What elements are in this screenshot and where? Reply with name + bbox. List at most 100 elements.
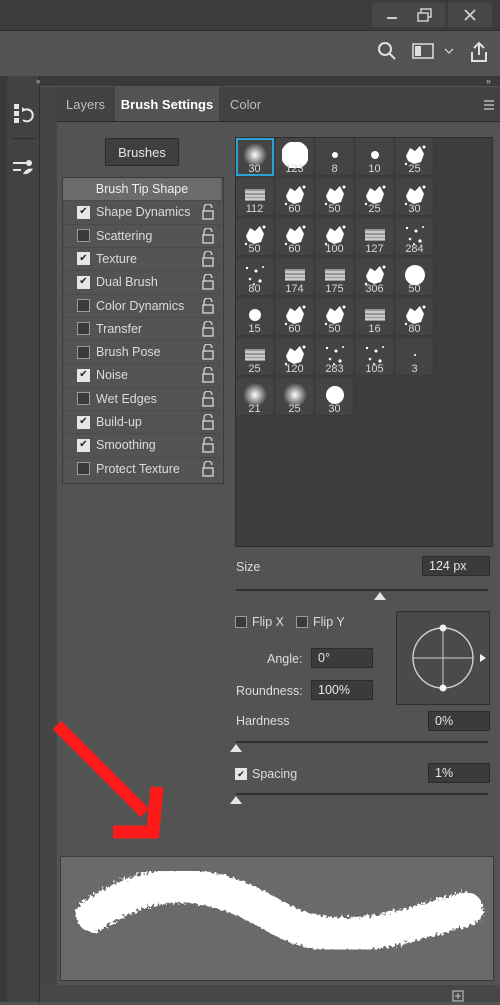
brush-option-brush-tip-shape[interactable]: Brush Tip Shape [63, 178, 221, 200]
brush-preset[interactable]: 100 [316, 218, 354, 256]
hardness-field[interactable]: 0% [428, 711, 490, 731]
brush-preset[interactable]: 174 [276, 258, 314, 296]
brush-option-shape-dynamics[interactable]: ✔ Shape Dynamics [63, 201, 221, 223]
brush-preset[interactable]: 30 [236, 138, 274, 176]
brush-option-scattering[interactable]: Scattering [63, 225, 221, 247]
lock-icon[interactable] [201, 367, 215, 384]
brush-preset[interactable]: 284 [396, 218, 434, 256]
brush-preset[interactable]: 25 [236, 338, 274, 376]
spacing-slider-track[interactable] [236, 793, 488, 795]
lock-icon[interactable] [201, 320, 215, 337]
brush-preset[interactable]: 60 [276, 178, 314, 216]
brush-preset[interactable]: 80 [396, 298, 434, 336]
brush-preset[interactable]: 25 [396, 138, 434, 176]
flip-y-checkbox[interactable] [296, 616, 308, 628]
option-checkbox[interactable] [77, 322, 90, 336]
lock-icon[interactable] [201, 204, 215, 220]
brush-option-texture[interactable]: ✔ Texture [63, 248, 221, 270]
brush-preset[interactable]: 50 [396, 258, 434, 296]
option-checkbox[interactable] [77, 462, 90, 476]
angle-field[interactable]: 0° [311, 648, 373, 668]
spacing-field[interactable]: 1% [428, 763, 490, 783]
brush-preset[interactable]: 120 [276, 338, 314, 376]
brush-preset[interactable]: 175 [316, 258, 354, 296]
lock-icon[interactable] [201, 344, 215, 360]
new-brush-button[interactable] [452, 990, 464, 1005]
workspace-dropdown[interactable] [442, 40, 456, 62]
angle-roundness-widget[interactable] [396, 611, 490, 705]
brush-preset[interactable]: 105 [356, 338, 394, 376]
tab-layers[interactable]: Layers [57, 87, 121, 121]
brush-preset[interactable]: 80 [236, 258, 274, 296]
size-slider-track[interactable] [236, 589, 488, 591]
brush-option-wet-edges[interactable]: Wet Edges [63, 388, 221, 410]
lock-icon[interactable] [201, 437, 215, 453]
brush-preset[interactable]: 123 [276, 138, 314, 176]
brush-preset[interactable]: 8 [316, 138, 354, 176]
brush-option-smoothing[interactable]: ✔ Smoothing [63, 434, 221, 456]
brush-preset[interactable]: 16 [356, 298, 394, 336]
hardness-slider-track[interactable] [236, 741, 488, 743]
brush-option-dual-brush[interactable]: ✔ Dual Brush [63, 271, 221, 293]
option-checkbox[interactable]: ✔ [77, 368, 90, 382]
brush-preset[interactable]: 60 [276, 298, 314, 336]
brush-option-color-dynamics[interactable]: Color Dynamics [63, 295, 221, 317]
brush-option-protect-texture[interactable]: Protect Texture [63, 458, 221, 480]
collapse-panel-icon[interactable]: » [486, 76, 491, 86]
restore-button[interactable] [405, 3, 445, 27]
brush-preset[interactable]: 112 [236, 178, 274, 216]
workspace-button[interactable] [410, 40, 436, 62]
brush-preset[interactable]: 10 [356, 138, 394, 176]
brush-settings-panel-button[interactable] [9, 146, 37, 190]
brush-preset[interactable]: 50 [236, 218, 274, 256]
brush-preset[interactable]: 30 [316, 378, 354, 416]
search-button[interactable] [376, 40, 398, 62]
option-checkbox[interactable]: ✔ [77, 205, 90, 219]
lock-icon[interactable] [201, 297, 215, 314]
brush-preset[interactable]: 25 [276, 378, 314, 416]
brush-preset[interactable]: 60 [276, 218, 314, 256]
option-checkbox[interactable] [77, 345, 90, 359]
brush-preset[interactable]: 15 [236, 298, 274, 336]
tab-color[interactable]: Color [221, 87, 286, 121]
share-button[interactable] [466, 40, 492, 64]
tab-brush-settings[interactable]: Brush Settings [115, 87, 219, 121]
brush-preset[interactable]: 127 [356, 218, 394, 256]
brush-preset[interactable]: 50 [316, 178, 354, 216]
hardness-slider-handle[interactable] [230, 744, 242, 752]
lock-icon[interactable] [201, 274, 215, 290]
brush-preset[interactable]: 50 [316, 298, 354, 336]
brush-option-noise[interactable]: ✔ Noise [63, 364, 221, 386]
option-checkbox[interactable] [77, 229, 90, 243]
brush-preset[interactable]: 306 [356, 258, 394, 296]
option-checkbox[interactable]: ✔ [77, 438, 90, 452]
brush-option-transfer[interactable]: Transfer [63, 318, 221, 340]
lock-icon[interactable] [201, 250, 215, 267]
size-slider-handle[interactable] [373, 592, 386, 600]
flip-x-checkbox[interactable] [235, 616, 247, 628]
close-button[interactable] [448, 3, 492, 27]
lock-icon[interactable] [201, 227, 215, 244]
size-field[interactable]: 124 px [422, 556, 490, 576]
roundness-field[interactable]: 100% [311, 680, 373, 700]
brush-preset[interactable]: 3 [396, 338, 434, 376]
brush-option-brush-pose[interactable]: Brush Pose [63, 341, 221, 363]
option-checkbox[interactable] [77, 299, 90, 312]
spacing-slider-handle[interactable] [230, 796, 242, 804]
option-checkbox[interactable]: ✔ [77, 415, 90, 429]
brush-preset[interactable]: 25 [356, 178, 394, 216]
history-panel-button[interactable] [9, 92, 37, 136]
lock-icon[interactable] [201, 390, 215, 407]
brush-preset[interactable]: 21 [236, 378, 274, 416]
panel-menu-button[interactable] [483, 98, 495, 113]
lock-icon[interactable] [201, 460, 215, 477]
spacing-checkbox[interactable]: ✔ [235, 768, 247, 780]
brush-preset[interactable]: 283 [316, 338, 354, 376]
option-checkbox[interactable] [77, 392, 90, 406]
option-checkbox[interactable]: ✔ [77, 275, 90, 289]
brush-option-build-up[interactable]: ✔ Build-up [63, 411, 221, 433]
brushes-button[interactable]: Brushes [105, 138, 179, 166]
brush-preset[interactable]: 30 [396, 178, 434, 216]
option-checkbox[interactable]: ✔ [77, 252, 90, 266]
lock-icon[interactable] [201, 414, 215, 430]
